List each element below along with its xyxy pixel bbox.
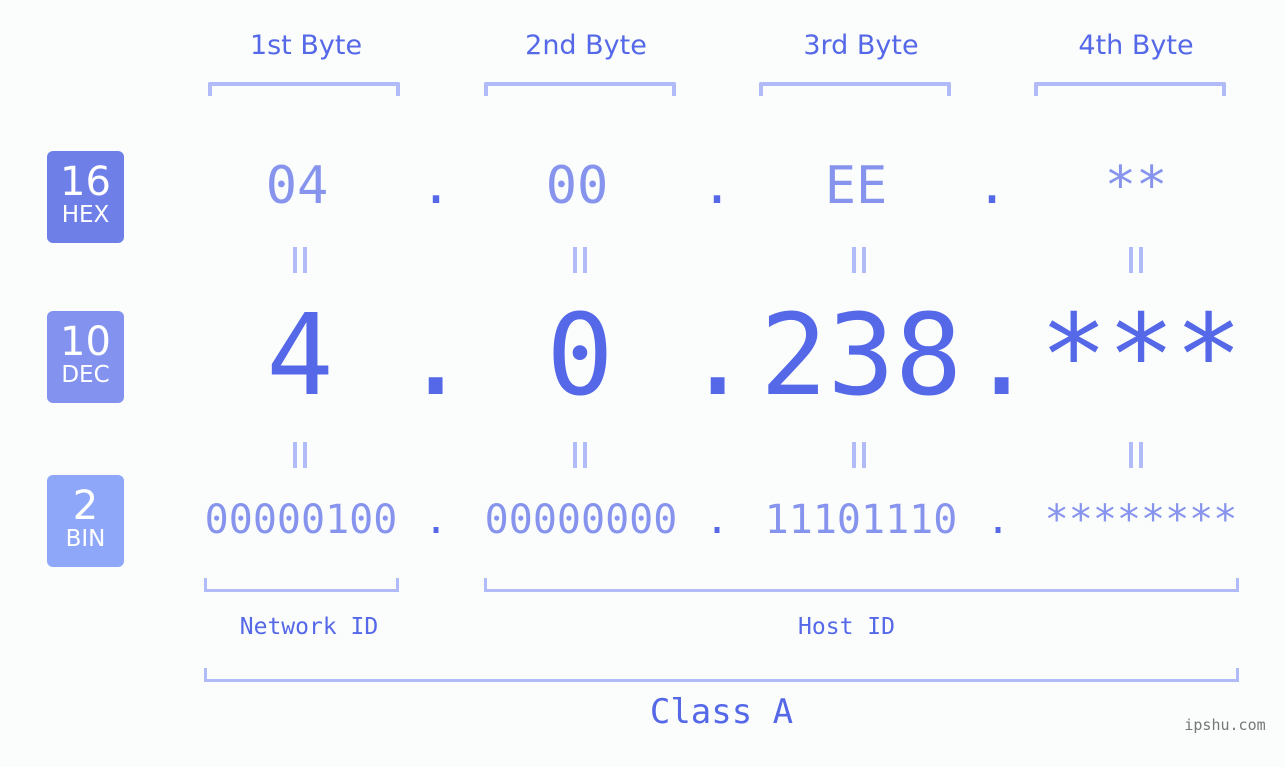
byte-bracket-2 bbox=[484, 82, 676, 96]
dec-label: DEC bbox=[61, 362, 110, 388]
dec-separator-3: . bbox=[968, 291, 1036, 421]
dec-octet-2: 0 bbox=[546, 291, 614, 421]
hex-base: 16 bbox=[60, 159, 111, 205]
dec-octet-3: 238 bbox=[760, 291, 963, 421]
bin-separator-2: . bbox=[704, 497, 730, 543]
byte-header-1: 1st Byte bbox=[249, 30, 363, 61]
bin-octet-2: 00000000 bbox=[484, 497, 678, 543]
byte-header-3: 3rd Byte bbox=[803, 30, 919, 61]
equals-icon bbox=[839, 246, 879, 281]
dec-separator-2: . bbox=[684, 291, 752, 421]
dec-octet-1: 4 bbox=[266, 291, 334, 421]
watermark: ipshu.com bbox=[1184, 716, 1266, 734]
equals-icon bbox=[1116, 441, 1156, 476]
equals-icon bbox=[560, 246, 600, 281]
byte-bracket-4 bbox=[1034, 82, 1226, 96]
dec-base: 10 bbox=[60, 319, 111, 365]
hex-octet-3: EE bbox=[824, 156, 888, 216]
class-label: Class A bbox=[649, 692, 794, 732]
dec-octet-4: *** bbox=[1040, 291, 1243, 421]
hex-octet-2: 00 bbox=[545, 156, 609, 216]
dec-separator-1: . bbox=[402, 291, 470, 421]
bin-separator-3: . bbox=[985, 497, 1011, 543]
bin-badge: 2 BIN bbox=[47, 475, 124, 567]
byte-bracket-1 bbox=[208, 82, 400, 96]
equals-icon bbox=[839, 441, 879, 476]
equals-icon bbox=[1116, 246, 1156, 281]
bin-label: BIN bbox=[65, 526, 106, 552]
dec-badge: 10 DEC bbox=[47, 311, 124, 403]
bin-octet-3: 11101110 bbox=[764, 497, 958, 543]
hex-separator-2: . bbox=[701, 156, 733, 216]
host-id-label: Host ID bbox=[798, 614, 895, 640]
hex-badge: 16 HEX bbox=[47, 151, 124, 243]
equals-icon bbox=[280, 246, 320, 281]
bin-octet-4: ******** bbox=[1044, 497, 1238, 543]
byte-bracket-3 bbox=[759, 82, 951, 96]
equals-icon bbox=[280, 441, 320, 476]
bin-base: 2 bbox=[72, 483, 99, 529]
network-id-bracket bbox=[204, 578, 399, 592]
host-id-bracket bbox=[484, 578, 1239, 592]
byte-header-2: 2nd Byte bbox=[525, 30, 647, 61]
hex-label: HEX bbox=[61, 202, 110, 228]
bin-octet-1: 00000100 bbox=[204, 497, 398, 543]
class-bracket bbox=[204, 668, 1239, 682]
bin-separator-1: . bbox=[423, 497, 449, 543]
equals-icon bbox=[560, 441, 600, 476]
hex-separator-1: . bbox=[420, 156, 452, 216]
byte-header-4: 4th Byte bbox=[1078, 30, 1194, 61]
hex-octet-4: ** bbox=[1104, 156, 1168, 216]
hex-octet-1: 04 bbox=[265, 156, 329, 216]
network-id-label: Network ID bbox=[239, 614, 379, 640]
hex-separator-3: . bbox=[976, 156, 1008, 216]
